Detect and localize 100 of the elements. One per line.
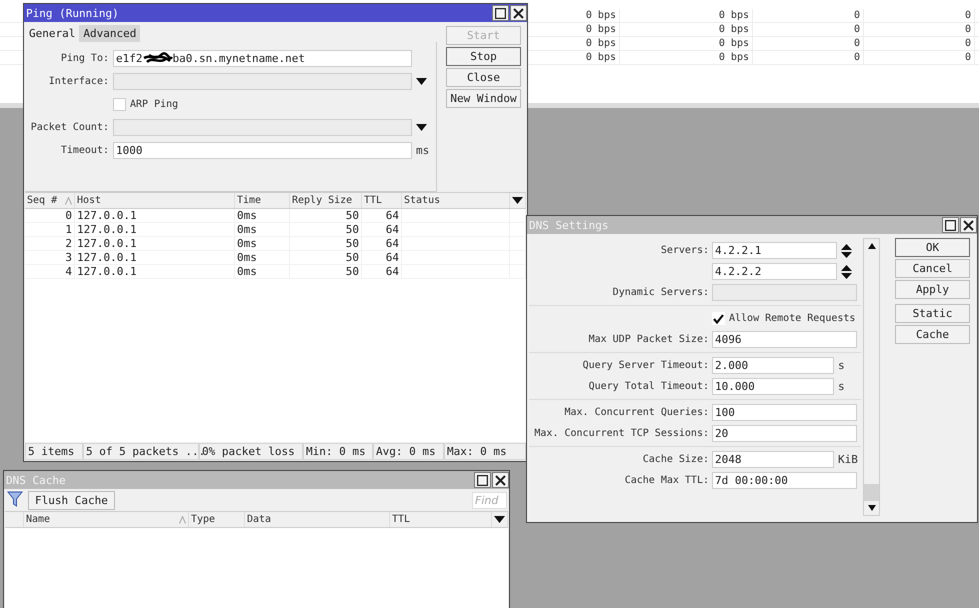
- input-field[interactable]: 4096: [712, 331, 857, 348]
- ping-to-field[interactable]: e1f2 ba0.sn.mynetname.net: [113, 50, 412, 67]
- table-cell: 0ms: [235, 237, 290, 250]
- status-cell: Min: 0 ms: [303, 443, 373, 460]
- input-field[interactable]: 2048: [712, 451, 834, 468]
- table-cell: 0 bps: [620, 51, 753, 64]
- close-button[interactable]: [492, 472, 509, 488]
- table-cell: 64: [362, 209, 402, 222]
- table-cell: 0: [864, 9, 975, 22]
- input-field[interactable]: 100: [712, 404, 857, 421]
- table-cell: 50: [290, 237, 362, 250]
- dialog-button[interactable]: Cancel: [895, 259, 970, 278]
- field-label: Servers:: [660, 245, 709, 256]
- dialog-button[interactable]: Stop: [446, 47, 521, 66]
- dialog-button[interactable]: New Window: [446, 89, 521, 108]
- table-cell: 0 bps: [620, 23, 753, 36]
- input-field[interactable]: 7d 00:00:00: [712, 472, 857, 489]
- table-cell: 0: [864, 23, 975, 36]
- columns-menu-icon[interactable]: [494, 516, 505, 523]
- scroll-up-icon[interactable]: [868, 243, 876, 249]
- columns-menu-icon[interactable]: [512, 197, 523, 204]
- table-cell: 64: [362, 223, 402, 236]
- column-header[interactable]: Reply Size: [290, 193, 362, 208]
- field-label: Cache Max TTL:: [624, 475, 709, 486]
- server-field[interactable]: 4.2.2.1: [712, 242, 837, 259]
- status-cell: Max: 0 ms: [444, 443, 526, 460]
- column-header[interactable]: Data: [245, 512, 390, 527]
- dropdown-arrow-icon[interactable]: [416, 78, 427, 85]
- table-cell: 0: [864, 37, 975, 50]
- table-cell: 127.0.0.1: [75, 223, 235, 236]
- table-cell: 64: [362, 265, 402, 278]
- column-header[interactable]: Type: [189, 512, 245, 527]
- unit-label: KiB: [838, 453, 858, 466]
- column-header[interactable]: Time: [235, 193, 290, 208]
- scroll-down-icon[interactable]: [868, 505, 876, 511]
- field-label: Query Total Timeout:: [588, 381, 709, 392]
- input-field[interactable]: 2.000: [712, 357, 834, 374]
- maximize-button[interactable]: [474, 472, 491, 488]
- field-label: Max. Concurrent TCP Sessions:: [533, 428, 709, 439]
- table-cell: 2: [25, 237, 75, 250]
- table-cell: 64: [362, 237, 402, 250]
- scrollbar[interactable]: [863, 238, 880, 516]
- column-header[interactable]: Seq #: [25, 193, 75, 208]
- filter-button[interactable]: [6, 491, 24, 509]
- sort-icon: [179, 516, 186, 524]
- flush-cache-button[interactable]: Flush Cache: [28, 490, 115, 510]
- sort-icon: [65, 196, 72, 204]
- find-field[interactable]: Find: [472, 492, 507, 508]
- column-header[interactable]: Status: [402, 193, 510, 208]
- table-cell: 64: [362, 251, 402, 264]
- server-field[interactable]: 4.2.2.2: [712, 263, 837, 280]
- table-cell: 50: [290, 209, 362, 222]
- dialog-button[interactable]: Static: [895, 304, 970, 323]
- column-header[interactable]: Name: [24, 512, 189, 527]
- table-cell: 127.0.0.1: [75, 251, 235, 264]
- table-cell: 0: [753, 51, 864, 64]
- checkbox-label: ARP Ping: [130, 99, 178, 110]
- unit-label: s: [838, 359, 845, 372]
- dropdown-field[interactable]: [113, 119, 412, 136]
- field-label: Ping To:: [60, 53, 109, 64]
- table-cell: 0ms: [235, 265, 290, 278]
- table-cell: 0ms: [235, 251, 290, 264]
- table-cell: 127.0.0.1: [75, 237, 235, 250]
- table-cell: 50: [290, 265, 362, 278]
- close-button[interactable]: [960, 217, 977, 233]
- column-header[interactable]: TTL: [362, 193, 402, 208]
- table-cell: 127.0.0.1: [75, 209, 235, 222]
- table-cell: 1: [25, 223, 75, 236]
- input-field[interactable]: 20: [712, 425, 857, 442]
- scroll-thumb[interactable]: [864, 484, 879, 501]
- column-header[interactable]: TTL: [390, 512, 492, 527]
- dropdown-arrow-icon[interactable]: [416, 124, 427, 131]
- field-label: Dynamic Servers:: [612, 287, 709, 298]
- table-cell: 0: [25, 209, 75, 222]
- spinner-icon[interactable]: [841, 244, 852, 258]
- tab[interactable]: Advanced: [79, 25, 140, 42]
- table-cell: 50: [290, 251, 362, 264]
- dialog-button[interactable]: Apply: [895, 280, 970, 299]
- dialog-button[interactable]: Cache: [895, 325, 970, 344]
- maximize-button[interactable]: [942, 217, 959, 233]
- scribble-icon: [142, 52, 172, 66]
- status-cell: 5 items: [25, 443, 83, 460]
- input-field[interactable]: 10.000: [712, 378, 834, 395]
- table-cell: 0: [753, 9, 864, 22]
- unit-label: ms: [416, 144, 430, 157]
- window-title: Ping (Running): [26, 6, 119, 20]
- dialog-button[interactable]: Close: [446, 68, 521, 87]
- status-cell: Avg: 0 ms: [373, 443, 444, 460]
- table-cell: 50: [290, 223, 362, 236]
- table-cell: 0: [864, 51, 975, 64]
- maximize-button[interactable]: [492, 5, 509, 21]
- close-button[interactable]: [510, 5, 527, 21]
- dropdown-field[interactable]: [113, 73, 412, 90]
- column-header[interactable]: Host: [75, 193, 235, 208]
- checkbox-label: Allow Remote Requests: [729, 313, 856, 324]
- input-field[interactable]: 1000: [113, 142, 412, 159]
- table-cell: 0ms: [235, 223, 290, 236]
- checkbox[interactable]: [712, 312, 725, 325]
- dialog-button[interactable]: OK: [895, 238, 970, 257]
- spinner-icon[interactable]: [841, 264, 852, 278]
